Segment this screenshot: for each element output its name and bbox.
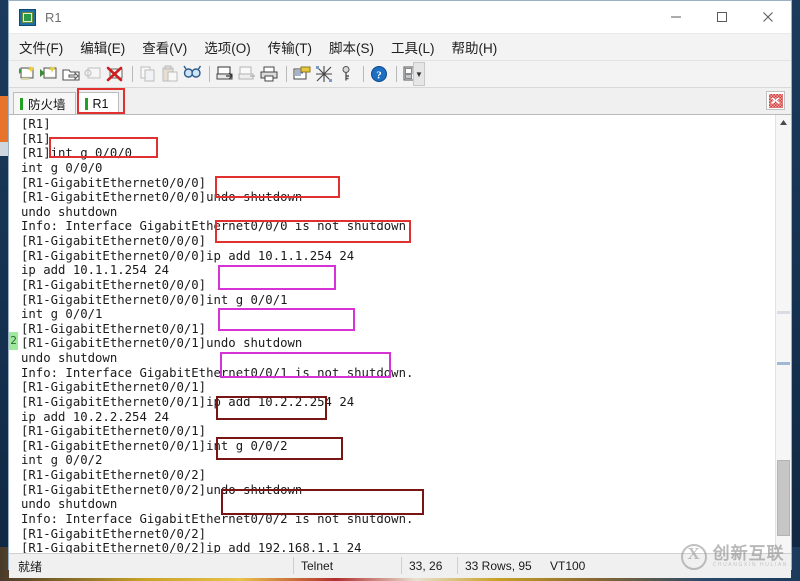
window-title: R1 — [45, 9, 62, 25]
terminal-output[interactable]: [R1] [R1] [R1]int g 0/0/0 int g 0/0/0 [R… — [19, 115, 775, 553]
terminal-window-icon — [19, 8, 36, 26]
title-bar: R1 — [9, 1, 791, 34]
tab-r1-label: R1 — [92, 96, 109, 111]
log-session-icon[interactable] — [215, 64, 235, 84]
status-divider — [457, 557, 458, 574]
menu-tools[interactable]: 工具(L) — [391, 37, 435, 57]
toolbar-overflow-chevron: ▼ — [415, 69, 423, 79]
maximize-icon[interactable] — [699, 1, 745, 33]
scrollbar-mark — [777, 362, 790, 365]
help-icon[interactable]: ? — [369, 64, 389, 84]
menu-file[interactable]: 文件(F) — [19, 37, 63, 57]
terminal-scrollbar[interactable] — [775, 115, 791, 553]
copy-icon[interactable] — [138, 64, 158, 84]
status-cursor-position: 33, 26 — [409, 559, 443, 573]
tab-status-indicator-icon — [84, 97, 88, 110]
toolbar-overflow-button[interactable]: ▼ — [413, 62, 425, 86]
close-session-icon[interactable] — [766, 91, 785, 110]
print-icon[interactable] — [259, 64, 279, 84]
status-divider — [401, 557, 402, 574]
status-bar: 就绪 Telnet 33, 26 33 Rows, 95 VT100 — [9, 553, 791, 578]
menu-options[interactable]: 选项(O) — [204, 37, 251, 57]
toolbar-separator — [363, 66, 364, 82]
session-tab-bar: 防火墙 R1 — [9, 88, 791, 115]
connect-local-icon[interactable] — [83, 64, 103, 84]
scrollbar-mark — [777, 311, 790, 314]
tab-status-indicator-icon — [20, 97, 23, 110]
disconnect-icon[interactable] — [105, 64, 125, 84]
status-divider — [293, 557, 294, 574]
gutter-marker: 2 — [9, 332, 18, 350]
window-controls — [653, 1, 791, 33]
terminal-text: [R1] [R1] [R1]int g 0/0/0 int g 0/0/0 [R… — [21, 117, 414, 553]
status-ready: 就绪 — [18, 559, 43, 574]
connect-icon[interactable] — [39, 64, 59, 84]
print-screen-icon[interactable] — [237, 64, 257, 84]
close-icon[interactable] — [745, 1, 791, 33]
session-options-icon[interactable] — [292, 64, 312, 84]
paste-icon[interactable] — [160, 64, 180, 84]
find-icon[interactable] — [182, 64, 202, 84]
key-icon[interactable] — [336, 64, 356, 84]
menu-edit[interactable]: 编辑(E) — [80, 37, 125, 57]
status-emulation: VT100 — [550, 559, 586, 573]
terminal-gutter: 2 — [9, 115, 19, 553]
minimize-icon[interactable] — [653, 1, 699, 33]
toolbar-separator — [132, 66, 133, 82]
menu-help[interactable]: 帮助(H) — [452, 37, 498, 57]
status-rows: 33 Rows, 95 — [465, 559, 532, 573]
taskbar-accent-gray — [0, 142, 8, 156]
status-protocol: Telnet — [301, 559, 334, 573]
menu-transfer[interactable]: 传输(T) — [268, 37, 312, 57]
toolbar-separator — [209, 66, 210, 82]
tab-firewall-label: 防火墙 — [28, 98, 66, 112]
tab-r1[interactable]: R1 — [77, 92, 119, 114]
menu-view[interactable]: 查看(V) — [142, 37, 187, 57]
scrollbar-thumb[interactable] — [777, 459, 790, 537]
svg-text:?: ? — [376, 70, 382, 82]
menu-bar: 文件(F) 编辑(E) 查看(V) 选项(O) 传输(T) 脚本(S) 工具(L… — [9, 34, 791, 61]
new-session-icon[interactable] — [17, 64, 37, 84]
open-folder-icon[interactable] — [61, 64, 81, 84]
terminal-area: 2 [R1] [R1] [R1]int g 0/0/0 int g 0/0/0 … — [9, 115, 791, 553]
toolbar-separator — [286, 66, 287, 82]
global-options-icon[interactable] — [314, 64, 334, 84]
taskbar-accent-orange — [0, 96, 8, 142]
toolbar: ? ▼ — [9, 61, 791, 88]
menu-script[interactable]: 脚本(S) — [329, 37, 374, 57]
toolbar-separator — [396, 66, 397, 82]
crt-terminal-window: R1 文件(F) 编辑(E) 查看(V) 选项(O) 传输(T) 脚本(S) 工… — [8, 0, 792, 578]
tab-firewall[interactable]: 防火墙 — [13, 92, 76, 114]
